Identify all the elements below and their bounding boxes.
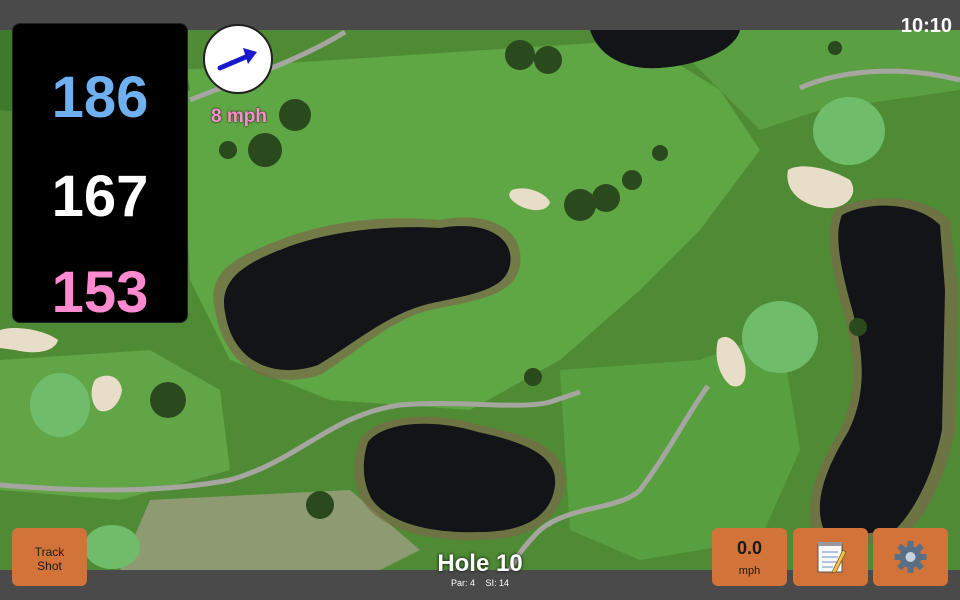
wind-direction-dial[interactable] (203, 24, 273, 94)
middle-distance: 167 (51, 164, 149, 229)
track-shot-label-line2: Shot (37, 559, 62, 573)
green (742, 301, 818, 373)
hole-title: Hole 10 (437, 550, 523, 577)
wind-speed: 8 mph (211, 106, 267, 127)
notes-button[interactable] (793, 528, 868, 586)
speed-unit: mph (738, 565, 761, 577)
arrow-icon (217, 48, 257, 71)
track-shot-button[interactable]: Track Shot (12, 528, 87, 586)
gear-icon (894, 541, 927, 573)
speed-button[interactable]: 0.0 mph (712, 528, 787, 586)
stroke-index-label: SI: 14 (485, 578, 510, 588)
green (84, 525, 140, 569)
speed-value: 0.0 (736, 538, 763, 558)
hole-info: Par: 4 SI: 14 (400, 578, 560, 588)
distance-panel[interactable]: 186 167 153 (12, 23, 188, 325)
green (30, 373, 90, 437)
notepad-icon (817, 542, 847, 574)
golf-gps-app: 10:10 186 167 153 8 mph Track Shot Hole … (0, 0, 960, 600)
track-shot-label-line1: Track (34, 545, 65, 559)
back-distance: 186 (51, 65, 149, 130)
settings-button[interactable] (873, 528, 948, 586)
front-distance: 153 (51, 260, 149, 325)
clock: 10:10 (900, 15, 952, 37)
green (813, 97, 885, 165)
par-label: Par: 4 (450, 578, 475, 588)
